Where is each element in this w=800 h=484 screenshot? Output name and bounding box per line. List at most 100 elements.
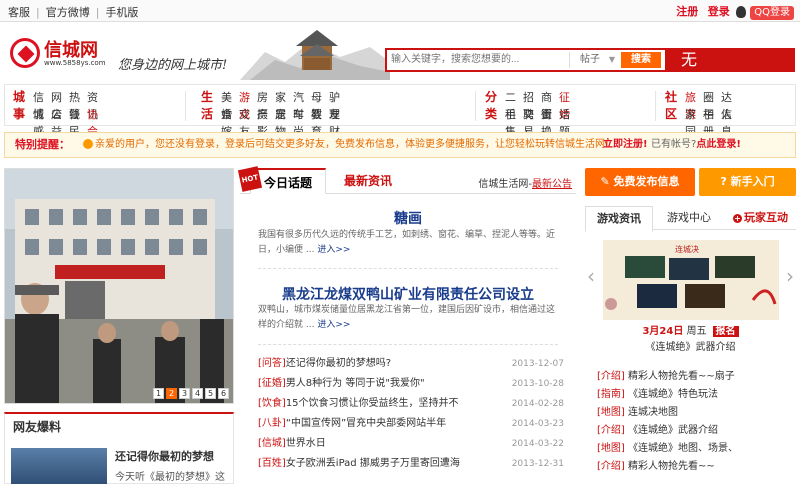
action-buttons: ✎ 免费发布信息 ? 新手入门 — [585, 168, 796, 198]
nav-item[interactable]: 租售 — [505, 106, 516, 138]
list-item[interactable]: [指南] 《连城绝》特色玩法 — [597, 386, 793, 404]
nav-item[interactable]: 协会 — [87, 106, 98, 138]
tab-player-interaction[interactable]: + 玩家互动 — [725, 206, 796, 230]
nav-item[interactable]: 驴友 — [329, 89, 340, 121]
report-title[interactable]: 还记得你最初的梦想 — [115, 448, 214, 464]
report-thumbnail[interactable] — [11, 448, 107, 484]
story-title[interactable]: 糖画 — [240, 208, 576, 228]
nav-item[interactable]: 交友 — [239, 106, 250, 138]
qq-login-button[interactable]: QQ登录 — [750, 6, 794, 20]
story-summary: 双鸭山，城市煤炭储量位居黑龙江省第一位，建国后因矿设市，相信通过这样的介绍就 .… — [258, 305, 556, 330]
nav-item[interactable]: 网店 — [51, 89, 62, 121]
tab-latest-news[interactable]: 最新资讯 — [330, 168, 406, 194]
tab-game-center[interactable]: 游戏中心 — [659, 206, 719, 230]
slider-page-button[interactable]: 1 — [153, 388, 164, 399]
nav-item[interactable]: 摄影 — [257, 106, 268, 138]
list-item[interactable]: [地图] 《连城绝》地图、场景、 — [597, 440, 793, 458]
announcement-link[interactable]: 最新公告 — [532, 179, 572, 190]
register-link[interactable]: 注册 — [676, 5, 698, 18]
signup-badge[interactable]: 报名 — [712, 326, 739, 337]
list-item[interactable]: [八卦]“中国宣传网”冒充中央部委网站半年 2014-03-23 — [258, 414, 564, 434]
nav-item[interactable]: 圈子 — [703, 89, 714, 121]
story-more-link[interactable]: 进入>> — [317, 320, 350, 330]
nav-item[interactable]: 时尚 — [293, 106, 304, 138]
list-item[interactable]: [问答]还记得你最初的梦想吗? 2013-12-07 — [258, 354, 564, 374]
search-button[interactable]: 搜索 — [621, 52, 661, 68]
list-item[interactable]: [信城]世界水日 2014-03-22 — [258, 434, 564, 454]
nav-item[interactable]: 资讯 — [87, 89, 98, 121]
game-banner-title: 连城决 — [675, 244, 699, 254]
tab-game-news[interactable]: 游戏资讯 — [585, 206, 653, 232]
list-item[interactable]: [介绍] 《连城绝》武器介绍 — [597, 422, 793, 440]
pagoda-banner-image — [240, 30, 390, 80]
nav-item[interactable]: 宠物 — [275, 106, 286, 138]
notice-actions: 立即注册! 已有帐号?点此登录! — [603, 139, 741, 150]
list-item[interactable]: [饮食]15个饮食习惯让你受益终生，坚持并不 2014-02-28 — [258, 394, 564, 414]
qq-icon — [736, 6, 747, 18]
nav-item[interactable]: 招聘 — [523, 89, 534, 121]
nav-item[interactable]: 话题 — [559, 106, 570, 138]
banner-caption[interactable]: 《连城绝》武器介绍 — [585, 338, 796, 353]
tab-today-topic[interactable]: 今日话题 — [250, 168, 326, 194]
event-caption: 3月24日 周五 报名 — [585, 322, 796, 337]
nav-item[interactable]: 相册 — [703, 106, 714, 138]
nav-item[interactable]: 婚嫁 — [221, 106, 232, 138]
header-ad[interactable]: 无 — [665, 48, 795, 72]
nav-item[interactable]: 家园 — [685, 106, 696, 138]
site-logo[interactable]: 信城网 www.5858ys.com — [10, 36, 120, 72]
slider-page-button[interactable]: 2 — [166, 388, 177, 399]
nav-item[interactable]: 达人 — [721, 89, 732, 121]
game-banner[interactable]: 连城决 — [603, 240, 779, 320]
nav-item[interactable]: 情感 — [33, 106, 44, 138]
newbie-guide-button[interactable]: ? 新手入门 — [699, 168, 796, 196]
nav-item[interactable]: 二手 — [505, 89, 516, 121]
nav-item[interactable]: 理财 — [329, 106, 340, 138]
nav-item[interactable]: 家居 — [275, 89, 286, 121]
search-scope-select[interactable]: 帖子 ▼ — [569, 52, 617, 68]
register-now-link[interactable]: 立即注册 — [603, 139, 643, 150]
nav-item[interactable]: 信城 — [33, 89, 44, 121]
nav-item[interactable]: 置换 — [541, 106, 552, 138]
service-link[interactable]: 客服 — [8, 6, 30, 19]
prev-arrow-icon[interactable]: ‹ — [587, 264, 595, 288]
story-more-link[interactable]: 进入>> — [317, 245, 350, 255]
chevron-down-icon: ▼ — [608, 55, 615, 64]
nav-item[interactable]: 美食 — [221, 89, 232, 121]
notice-message: 亲爱的用户，您还没有登录，登录后可结交更多好友，免费发布信息，体验更多便捷服务，… — [83, 133, 609, 157]
photo-slider[interactable]: 1 2 3 4 5 6 — [4, 168, 234, 404]
announcement-link-wrap: 信城生活网-最新公告 — [478, 179, 572, 190]
nav-item[interactable]: 热线 — [69, 89, 80, 121]
nav-item[interactable]: 房产 — [257, 89, 268, 121]
story-summary: 我国有很多历代久远的传统手工艺，如刺绣、窗花、编草、捏泥人等等。近日，小编便 .… — [258, 230, 556, 255]
nav-item[interactable]: 警民 — [69, 106, 80, 138]
publish-info-button[interactable]: ✎ 免费发布信息 — [585, 168, 695, 196]
nav-item[interactable]: 游戏 — [239, 89, 250, 121]
login-now-link[interactable]: 点此登录 — [696, 139, 736, 150]
nav-item[interactable]: 母婴 — [311, 89, 322, 121]
slider-page-button[interactable]: 6 — [218, 388, 229, 399]
list-item[interactable]: [百姓]女子欧洲丢iPad 挪威男子万里寄回遭海 2013-12-31 — [258, 454, 564, 474]
slider-page-button[interactable]: 4 — [192, 388, 203, 399]
nav-item[interactable]: 信息 — [721, 106, 732, 138]
story-title[interactable]: 黑龙江龙煤双鸭山矿业有限责任公司设立 — [240, 284, 576, 304]
nav-item[interactable]: 公益 — [51, 106, 62, 138]
list-item[interactable]: [介绍] 精彩人物抢先看~~扇子 — [597, 368, 793, 386]
weibo-link[interactable]: 官方微博 — [46, 6, 90, 19]
nav-item[interactable]: 交易 — [523, 106, 534, 138]
nav-item[interactable]: 教育 — [311, 106, 322, 138]
mobile-link[interactable]: 手机版 — [105, 6, 138, 19]
next-arrow-icon[interactable]: › — [786, 264, 794, 288]
slider-page-button[interactable]: 5 — [205, 388, 216, 399]
slider-page-button[interactable]: 3 — [179, 388, 190, 399]
list-item[interactable]: [征婚]男人8种行为 等同于说"我爱你" 2013-10-28 — [258, 374, 564, 394]
list-item[interactable]: [地图] 连城决地图 — [597, 404, 793, 422]
nav-item[interactable]: 征婚 — [559, 89, 570, 121]
topic-list: [问答]还记得你最初的梦想吗? 2013-12-07 [征婚]男人8种行为 等同于… — [258, 354, 564, 474]
search-input[interactable] — [389, 52, 564, 68]
nav-item[interactable]: 商街 — [541, 89, 552, 121]
list-item[interactable]: [介绍] 精彩人物抢先看~~ — [597, 458, 793, 476]
slogan: 您身边的网上城市! — [118, 58, 228, 73]
nav-item[interactable]: 汽车 — [293, 89, 304, 121]
login-link[interactable]: 登录 — [708, 5, 730, 18]
nav-item[interactable]: 旅游 — [685, 89, 696, 121]
